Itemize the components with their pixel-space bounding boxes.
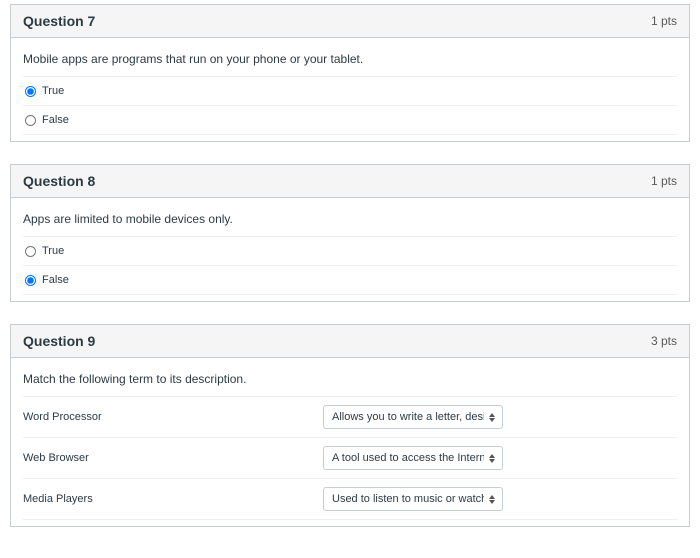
option-label: False xyxy=(42,114,69,126)
option-label: True xyxy=(42,85,64,97)
option-list: True False xyxy=(23,76,677,135)
radio-true[interactable] xyxy=(25,246,36,257)
option-false[interactable]: False xyxy=(23,265,677,295)
option-false[interactable]: False xyxy=(23,105,677,135)
updown-icon xyxy=(488,411,496,423)
match-list: Word Processor Allows you to write a let… xyxy=(23,396,677,520)
match-select[interactable]: Used to listen to music or watch xyxy=(323,487,503,511)
question-points: 3 pts xyxy=(651,334,677,348)
updown-icon xyxy=(488,493,496,505)
match-select-value: A tool used to access the Intern xyxy=(332,452,484,464)
question-header: Question 7 1 pts xyxy=(11,5,689,38)
question-prompt: Mobile apps are programs that run on you… xyxy=(23,52,677,66)
question-body: Apps are limited to mobile devices only.… xyxy=(11,198,689,301)
match-select[interactable]: Allows you to write a letter, desi xyxy=(323,405,503,429)
question-9-card: Question 9 3 pts Match the following ter… xyxy=(10,324,690,527)
radio-true[interactable] xyxy=(25,86,36,97)
question-prompt: Match the following term to its descript… xyxy=(23,372,677,386)
option-label: True xyxy=(42,245,64,257)
option-list: True False xyxy=(23,236,677,295)
updown-icon xyxy=(488,452,496,464)
match-select-value: Allows you to write a letter, desi xyxy=(332,411,484,423)
option-label: False xyxy=(42,274,69,286)
question-body: Mobile apps are programs that run on you… xyxy=(11,38,689,141)
question-points: 1 pts xyxy=(651,14,677,28)
question-title: Question 9 xyxy=(23,333,95,349)
question-title: Question 7 xyxy=(23,13,95,29)
question-8-card: Question 8 1 pts Apps are limited to mob… xyxy=(10,164,690,302)
option-true[interactable]: True xyxy=(23,236,677,265)
match-row: Word Processor Allows you to write a let… xyxy=(23,396,677,437)
match-term: Web Browser xyxy=(23,452,323,464)
match-row: Web Browser A tool used to access the In… xyxy=(23,437,677,478)
question-points: 1 pts xyxy=(651,174,677,188)
question-prompt: Apps are limited to mobile devices only. xyxy=(23,212,677,226)
radio-false[interactable] xyxy=(25,115,36,126)
option-true[interactable]: True xyxy=(23,76,677,105)
question-7-card: Question 7 1 pts Mobile apps are program… xyxy=(10,4,690,142)
match-term: Media Players xyxy=(23,493,323,505)
question-header: Question 8 1 pts xyxy=(11,165,689,198)
question-header: Question 9 3 pts xyxy=(11,325,689,358)
match-term: Word Processor xyxy=(23,411,323,423)
match-select[interactable]: A tool used to access the Intern xyxy=(323,446,503,470)
match-select-value: Used to listen to music or watch xyxy=(332,493,484,505)
quiz-page: Question 7 1 pts Mobile apps are program… xyxy=(0,0,700,537)
question-title: Question 8 xyxy=(23,173,95,189)
radio-false[interactable] xyxy=(25,275,36,286)
question-body: Match the following term to its descript… xyxy=(11,358,689,526)
match-row: Media Players Used to listen to music or… xyxy=(23,478,677,520)
